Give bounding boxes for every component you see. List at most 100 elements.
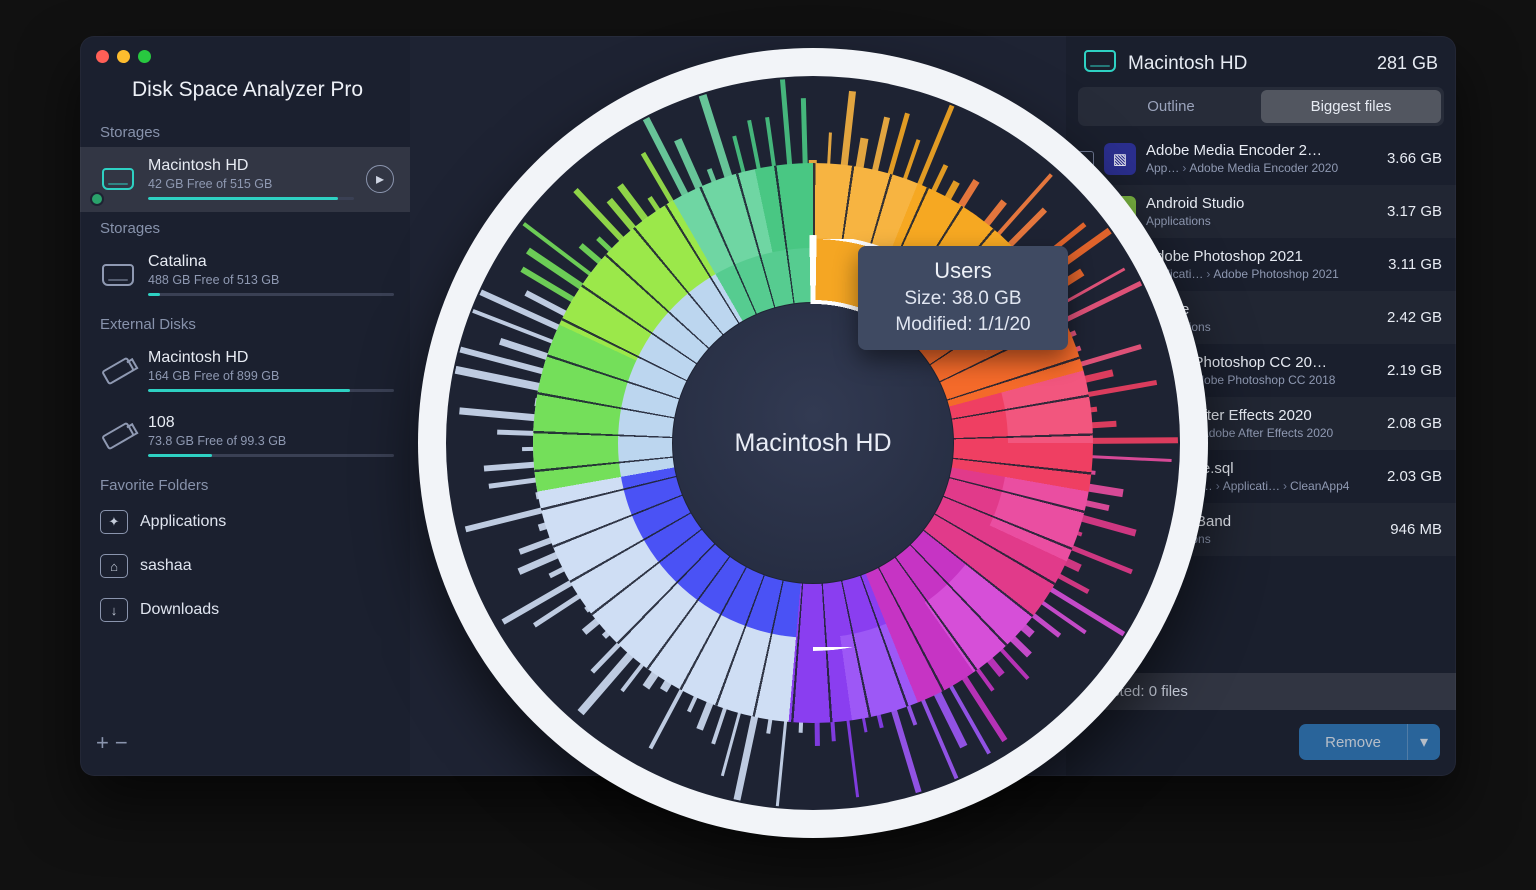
remove-button[interactable]: Remove ▾	[1299, 724, 1440, 760]
file-checkbox[interactable]	[1078, 310, 1094, 326]
file-row[interactable]: ♪GarageBandApplications946 MB	[1066, 503, 1456, 556]
storage-name: 108	[148, 414, 394, 432]
close-window-button[interactable]	[96, 50, 109, 63]
file-name: Adobe Media Encoder 2…	[1146, 142, 1377, 159]
storage-subtext: 42 GB Free of 515 GB	[148, 177, 354, 191]
usb-drive-icon	[100, 422, 136, 450]
app-icon: SQL	[1104, 461, 1136, 493]
file-list[interactable]: ▧ Adobe Media Encoder 2… App…›Adobe Media …	[1066, 132, 1456, 673]
remove-button-label: Remove	[1299, 726, 1407, 759]
file-row[interactable]: ▧ Adobe Media Encoder 2… App…›Adobe Media …	[1066, 132, 1456, 185]
favorite-label: sashaa	[140, 557, 192, 575]
sidebar-footer: +−	[80, 722, 410, 764]
right-header-size: 281 GB	[1377, 53, 1438, 74]
storage-subtext: 164 GB Free of 899 GB	[148, 369, 394, 383]
sidebar: Disk Space Analyzer Pro StoragesMacintos…	[80, 36, 410, 776]
file-name: Android Studio	[1146, 195, 1377, 212]
file-size: 946 MB	[1390, 521, 1442, 538]
scan-button[interactable]: ▸	[366, 165, 394, 193]
file-row[interactable]: ★iMovieApplications2.42 GB	[1066, 291, 1456, 344]
file-path: Applications	[1146, 320, 1377, 334]
file-path: Applications	[1146, 532, 1380, 546]
file-name: Adobe Photoshop 2021	[1146, 248, 1378, 265]
favorite-folder[interactable]: ⌂ sashaa	[80, 544, 410, 588]
tooltip-size: Size: 38.0 GB	[884, 288, 1042, 310]
disk-icon	[1084, 50, 1116, 72]
file-row[interactable]: Ps Adobe Photoshop CC 20… App…›Adobe Photo…	[1066, 344, 1456, 397]
minimize-window-button[interactable]	[117, 50, 130, 63]
favorite-folder[interactable]: ↓ Downloads	[80, 588, 410, 632]
app-icon: Ps	[1104, 249, 1136, 281]
file-row[interactable]: ◉ Android Studio Applications 3.17 GB	[1066, 185, 1456, 238]
scanned-badge-icon	[90, 192, 104, 206]
folder-icon: ⌂	[100, 554, 128, 578]
storage-usage-bar	[148, 293, 394, 296]
remove-dropdown-button[interactable]: ▾	[1407, 724, 1440, 760]
favorites-section-label: Favorite Folders	[80, 469, 410, 500]
storage-item[interactable]: 108 73.8 GB Free of 99.3 GB	[80, 404, 410, 469]
file-size: 2.08 GB	[1387, 415, 1442, 432]
storage-usage-bar	[148, 197, 354, 200]
favorite-label: Downloads	[140, 601, 219, 619]
file-size: 3.11 GB	[1388, 256, 1442, 273]
add-favorite-button[interactable]: +	[96, 730, 115, 755]
app-icon: Ps	[1104, 355, 1136, 387]
section-label: Storages	[80, 116, 410, 147]
section-label: Storages	[80, 212, 410, 243]
window-controls	[96, 50, 151, 63]
storage-name: Macintosh HD	[148, 349, 394, 367]
file-checkbox[interactable]	[1078, 204, 1094, 220]
tooltip-title: Users	[884, 258, 1042, 284]
file-path: Applic…›Adobe After Effects 2020	[1146, 426, 1377, 440]
right-header-title: Macintosh HD	[1128, 53, 1365, 75]
file-name: Database.sql	[1146, 460, 1377, 477]
tab-outline[interactable]: Outline	[1081, 90, 1261, 123]
app-icon: ★	[1104, 302, 1136, 334]
folder-icon: ↓	[100, 598, 128, 622]
file-path: App…›Adobe Media Encoder 2020	[1146, 161, 1377, 175]
app-icon: ▧	[1104, 143, 1136, 175]
file-row[interactable]: SQL Database.sql Ma…›Lib…›Applicati…›Clean…	[1066, 450, 1456, 503]
file-name: Adobe Photoshop CC 20…	[1146, 354, 1377, 371]
file-checkbox[interactable]	[1078, 416, 1094, 432]
favorite-folder[interactable]: ✦Applications	[80, 500, 410, 544]
file-size: 3.17 GB	[1387, 203, 1442, 220]
file-name: Adobe After Effects 2020	[1146, 407, 1377, 424]
file-size: 2.19 GB	[1387, 362, 1442, 379]
tab-biggest-files[interactable]: Biggest files	[1261, 90, 1441, 123]
storage-name: Catalina	[148, 253, 394, 271]
usb-drive-icon	[100, 357, 136, 385]
section-label: External Disks	[80, 308, 410, 339]
file-checkbox[interactable]	[1078, 469, 1094, 485]
file-row[interactable]: AeAdobe After Effects 2020Applic…›Adobe …	[1066, 397, 1456, 450]
file-checkbox[interactable]	[1078, 257, 1094, 273]
app-window: Disk Space Analyzer Pro StoragesMacintos…	[80, 36, 1456, 776]
app-icon: ◉	[1104, 196, 1136, 228]
file-size: 3.66 GB	[1387, 150, 1442, 167]
maximize-window-button[interactable]	[138, 50, 151, 63]
file-path: App…›Adobe Photoshop CC 2018	[1146, 373, 1377, 387]
view-tabs: Outline Biggest files	[1078, 87, 1444, 126]
file-path: Ma…›Lib…›Applicati…›CleanApp4	[1146, 479, 1377, 493]
file-checkbox[interactable]	[1078, 151, 1094, 167]
storage-subtext: 73.8 GB Free of 99.3 GB	[148, 434, 394, 448]
file-path: Applications	[1146, 214, 1377, 228]
file-checkbox[interactable]	[1078, 363, 1094, 379]
file-size: 2.42 GB	[1387, 309, 1442, 326]
storage-item[interactable]: Macintosh HD 164 GB Free of 899 GB	[80, 339, 410, 404]
app-icon: ♪	[1104, 514, 1136, 546]
file-checkbox[interactable]	[1078, 522, 1094, 538]
file-row[interactable]: Ps Adobe Photoshop 2021 Applicati…›Adobe P…	[1066, 238, 1456, 291]
file-path: Applicati…›Adobe Photoshop 2021	[1146, 267, 1378, 281]
storage-item[interactable]: Macintosh HD 42 GB Free of 515 GB ▸	[80, 147, 410, 212]
hard-drive-icon	[100, 261, 136, 289]
storage-usage-bar	[148, 454, 394, 457]
chart-area[interactable]	[410, 36, 1066, 776]
hard-drive-icon	[100, 165, 136, 193]
storage-item[interactable]: Catalina488 GB Free of 513 GB	[80, 243, 410, 308]
folder-icon: ✦	[100, 510, 128, 534]
right-header: Macintosh HD 281 GB	[1066, 36, 1456, 87]
storage-name: Macintosh HD	[148, 157, 354, 175]
selection-status: Selected: 0 files	[1066, 673, 1456, 710]
remove-favorite-button[interactable]: −	[115, 730, 134, 755]
